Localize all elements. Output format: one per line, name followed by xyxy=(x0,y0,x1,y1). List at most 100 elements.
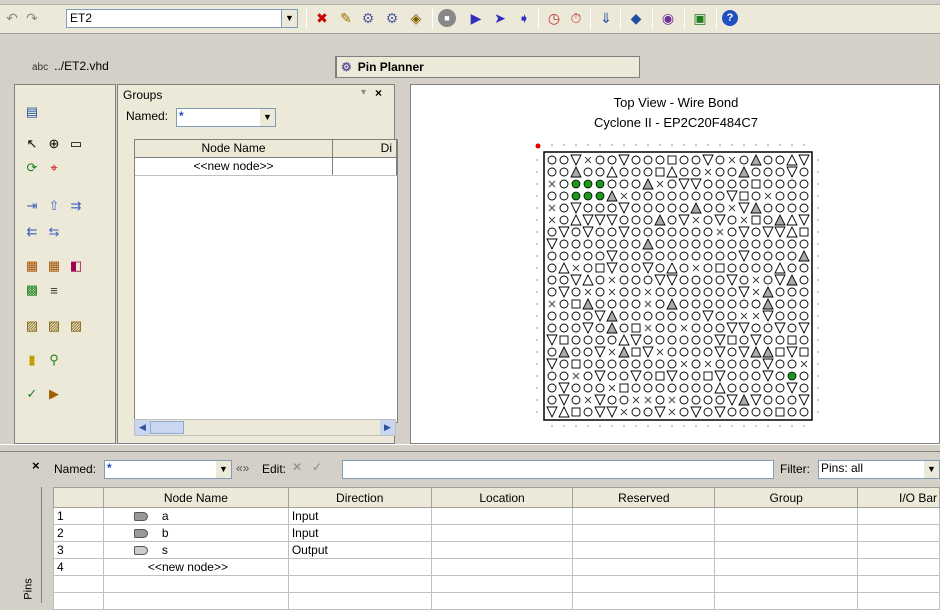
package-pin[interactable] xyxy=(547,227,557,237)
package-pin[interactable] xyxy=(547,347,557,357)
package-pin[interactable] xyxy=(620,192,628,200)
package-pin[interactable] xyxy=(547,371,557,381)
package-pin[interactable] xyxy=(774,226,786,239)
package-pin[interactable] xyxy=(764,192,772,200)
package-pin[interactable] xyxy=(559,311,569,321)
package-pin[interactable] xyxy=(798,214,810,227)
package-pin[interactable] xyxy=(583,263,593,273)
package-pin[interactable] xyxy=(618,154,630,167)
package-pin[interactable] xyxy=(583,359,593,369)
package-pin[interactable] xyxy=(547,167,557,177)
package-pin[interactable] xyxy=(691,227,701,237)
package-pin[interactable] xyxy=(703,323,713,333)
package-pin[interactable] xyxy=(631,263,641,273)
package-pin[interactable] xyxy=(655,287,665,297)
package-pin[interactable] xyxy=(644,324,652,332)
package-pin[interactable] xyxy=(799,227,809,237)
package-pin[interactable] xyxy=(582,226,594,239)
package-pin[interactable] xyxy=(655,359,665,369)
package-pin[interactable] xyxy=(583,371,593,381)
package-pin[interactable] xyxy=(798,249,810,262)
package-pin[interactable] xyxy=(667,323,677,333)
package-pin[interactable] xyxy=(631,323,641,333)
package-pin[interactable] xyxy=(656,180,664,188)
col-io-bank[interactable]: I/O Bar xyxy=(857,487,940,508)
package-pin[interactable] xyxy=(679,191,689,201)
package-pin[interactable] xyxy=(583,179,593,189)
package-pin[interactable] xyxy=(583,167,593,177)
package-pin[interactable] xyxy=(667,347,677,357)
package-pin[interactable] xyxy=(606,406,618,419)
package-pin[interactable] xyxy=(715,251,725,261)
group-cell[interactable] xyxy=(714,524,859,542)
package-pin[interactable] xyxy=(654,274,666,287)
package-pin[interactable] xyxy=(714,370,726,383)
package-pin[interactable] xyxy=(726,394,738,407)
package-pin[interactable] xyxy=(643,203,653,213)
package-pin[interactable] xyxy=(763,275,773,285)
package-pin[interactable] xyxy=(631,359,641,369)
project-combo[interactable]: ET2 ▼ xyxy=(66,9,298,28)
package-pin[interactable] xyxy=(546,334,558,347)
package-pin[interactable] xyxy=(727,347,737,357)
package-pin[interactable] xyxy=(559,299,569,309)
package-pin[interactable] xyxy=(571,395,581,405)
io-bank-cell[interactable] xyxy=(857,524,940,542)
package-pin[interactable] xyxy=(631,383,641,393)
package-pin[interactable] xyxy=(727,359,737,369)
accept-edit-icon[interactable]: ✓ xyxy=(312,460,322,474)
package-pin[interactable] xyxy=(738,286,750,299)
package-pin[interactable] xyxy=(727,299,737,309)
package-pin[interactable] xyxy=(715,395,725,405)
package-pin[interactable] xyxy=(727,251,737,261)
reserved-cell[interactable] xyxy=(572,507,716,525)
location-cell[interactable] xyxy=(430,507,574,525)
package-pin[interactable] xyxy=(786,225,798,238)
package-pin[interactable] xyxy=(679,275,689,285)
io-bank-cell[interactable] xyxy=(857,558,940,576)
package-pin[interactable] xyxy=(727,335,737,345)
package-pin[interactable] xyxy=(547,263,557,273)
package-pin[interactable] xyxy=(678,214,690,227)
package-pin[interactable] xyxy=(691,251,701,261)
package-pin[interactable] xyxy=(571,239,581,249)
package-pin[interactable] xyxy=(703,407,713,417)
package-pin[interactable] xyxy=(667,251,677,261)
package-pin[interactable] xyxy=(583,383,593,393)
package-pin[interactable] xyxy=(654,213,666,226)
group-cell[interactable] xyxy=(714,558,859,576)
package-pin[interactable] xyxy=(750,334,762,347)
package-pin[interactable] xyxy=(594,406,606,419)
help-pin-icon[interactable]: ▮ xyxy=(23,351,41,369)
package-pin[interactable] xyxy=(739,335,749,345)
package-pin[interactable] xyxy=(691,191,701,201)
delete-assignment-icon[interactable]: ✖ xyxy=(312,8,332,28)
package-pin[interactable] xyxy=(738,165,750,178)
package-pin[interactable] xyxy=(763,251,773,261)
package-pin[interactable] xyxy=(631,227,641,237)
package-pin[interactable] xyxy=(571,287,581,297)
package-pin[interactable] xyxy=(559,359,569,369)
package-pin[interactable] xyxy=(582,297,594,310)
package-pin[interactable] xyxy=(631,275,641,285)
package-pin[interactable] xyxy=(727,383,737,393)
package-pin[interactable] xyxy=(606,321,618,334)
package-pin[interactable] xyxy=(548,204,556,212)
package-pin[interactable] xyxy=(571,407,581,417)
package-pin[interactable] xyxy=(595,203,605,213)
package-pin[interactable] xyxy=(799,299,809,309)
package-pin[interactable] xyxy=(715,323,725,333)
package-pin[interactable] xyxy=(642,177,654,190)
package-pin[interactable] xyxy=(546,358,558,371)
package-pin[interactable] xyxy=(739,179,749,189)
package-pin[interactable] xyxy=(775,251,785,261)
fitter-icon[interactable]: ◈ xyxy=(406,8,426,28)
package-pin[interactable] xyxy=(774,261,786,274)
package-pin[interactable] xyxy=(751,227,761,237)
package-pin[interactable] xyxy=(643,227,653,237)
package-pin[interactable] xyxy=(703,335,713,345)
package-pin[interactable] xyxy=(547,311,557,321)
table-row[interactable]: 2 b Input xyxy=(53,524,940,542)
package-pin[interactable] xyxy=(559,203,569,213)
package-pin[interactable] xyxy=(786,153,798,166)
